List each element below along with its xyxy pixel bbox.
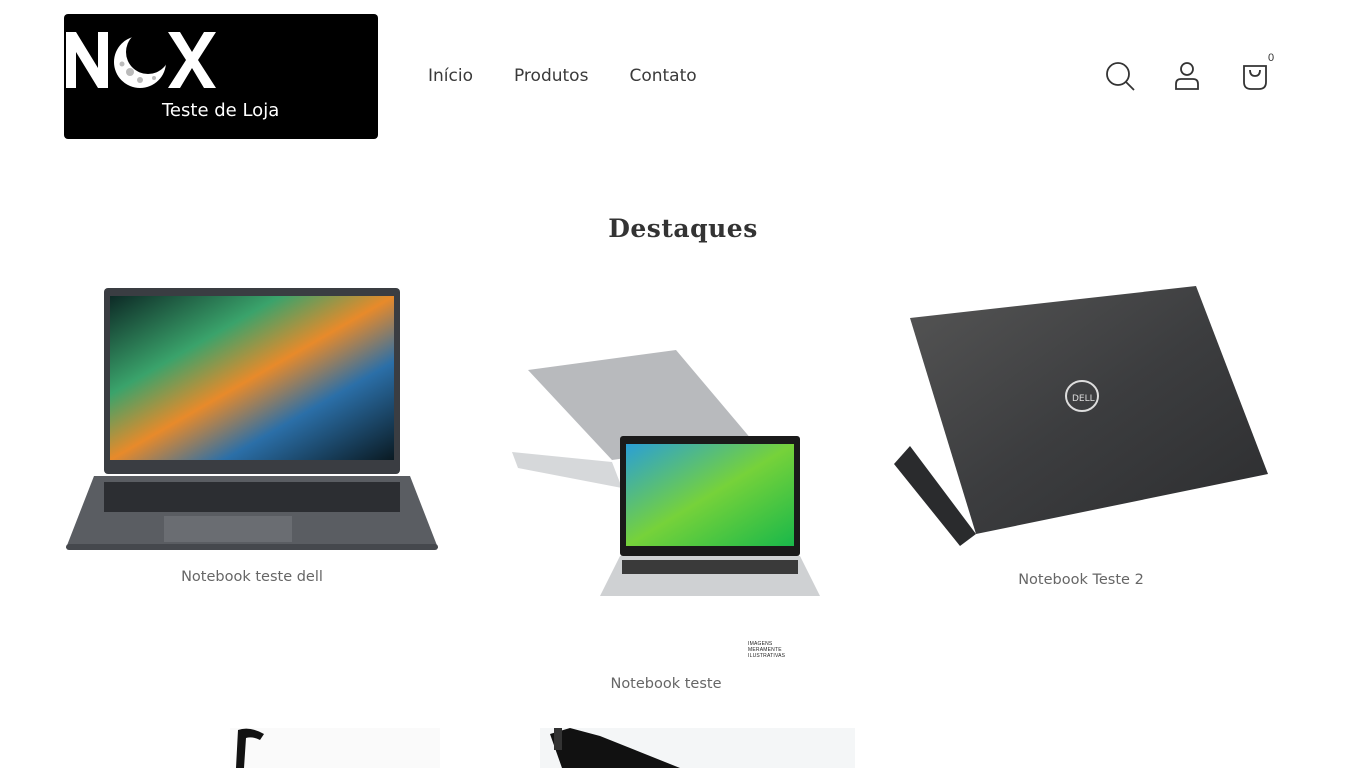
product-image[interactable] (540, 728, 855, 768)
product-name[interactable]: Notebook Teste 2 (891, 572, 1271, 588)
product-image[interactable] (230, 728, 440, 768)
site-header: Teste de Loja Início Produtos Contato 0 (0, 0, 1366, 150)
logo-subtitle: Teste de Loja (162, 100, 280, 121)
nav-contato[interactable]: Contato (629, 66, 696, 86)
cart-count-badge: 0 (1268, 52, 1275, 64)
store-logo[interactable]: Teste de Loja (64, 14, 378, 139)
image-disclaimer: IMAGENS MERAMENTE ILUSTRATIVAS (748, 641, 786, 659)
product-image[interactable]: DELL (890, 284, 1274, 552)
laptop-image (66, 288, 438, 550)
section-title: Destaques (608, 214, 758, 243)
svg-text:DELL: DELL (1072, 394, 1095, 404)
nav-produtos[interactable]: Produtos (514, 66, 588, 86)
main-nav: Início Produtos Contato (428, 66, 738, 86)
nox-logo-mark (66, 30, 216, 88)
shopping-bag-icon (1243, 65, 1267, 90)
product-name[interactable]: Notebook teste (476, 676, 856, 692)
user-icon (1175, 62, 1199, 90)
account-button[interactable] (1170, 58, 1204, 94)
product-image[interactable] (64, 286, 440, 554)
laptop-image (512, 350, 820, 596)
laptop-image: DELL (894, 286, 1268, 546)
search-icon (1106, 62, 1135, 91)
nav-inicio[interactable]: Início (428, 66, 473, 86)
product-name[interactable]: Notebook teste dell (62, 569, 442, 585)
product-partial-image (540, 728, 855, 768)
product-partial-image (230, 728, 440, 768)
search-button[interactable] (1103, 58, 1137, 94)
product-image[interactable] (500, 340, 844, 652)
cart-button[interactable] (1238, 58, 1272, 94)
